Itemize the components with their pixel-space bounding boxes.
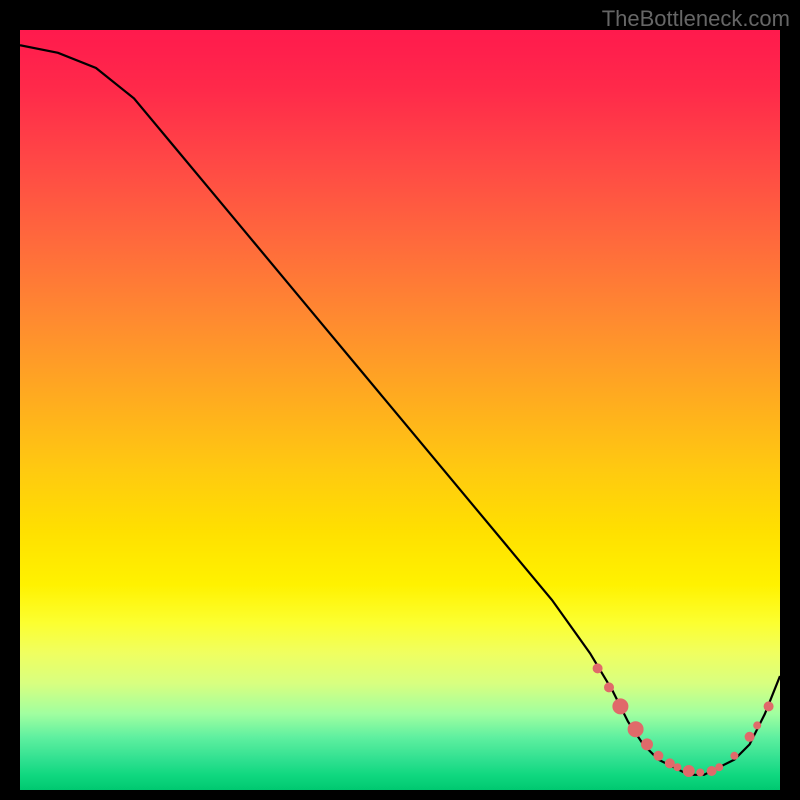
chart-marker <box>665 758 675 768</box>
chart-marker <box>683 765 695 777</box>
chart-marker <box>641 738 653 750</box>
chart-marker <box>612 698 628 714</box>
chart-marker <box>604 682 614 692</box>
chart-curve <box>20 45 780 775</box>
chart-plot-area <box>20 30 780 790</box>
chart-marker <box>707 766 717 776</box>
chart-marker <box>745 732 755 742</box>
chart-marker <box>715 763 723 771</box>
chart-marker <box>653 751 663 761</box>
chart-markers <box>593 663 774 777</box>
chart-marker <box>730 752 738 760</box>
chart-marker <box>673 763 681 771</box>
chart-marker <box>628 721 644 737</box>
watermark-text: TheBottleneck.com <box>602 6 790 32</box>
chart-marker <box>696 769 704 777</box>
chart-marker <box>764 701 774 711</box>
chart-svg <box>20 30 780 790</box>
chart-marker <box>593 663 603 673</box>
chart-marker <box>753 721 761 729</box>
